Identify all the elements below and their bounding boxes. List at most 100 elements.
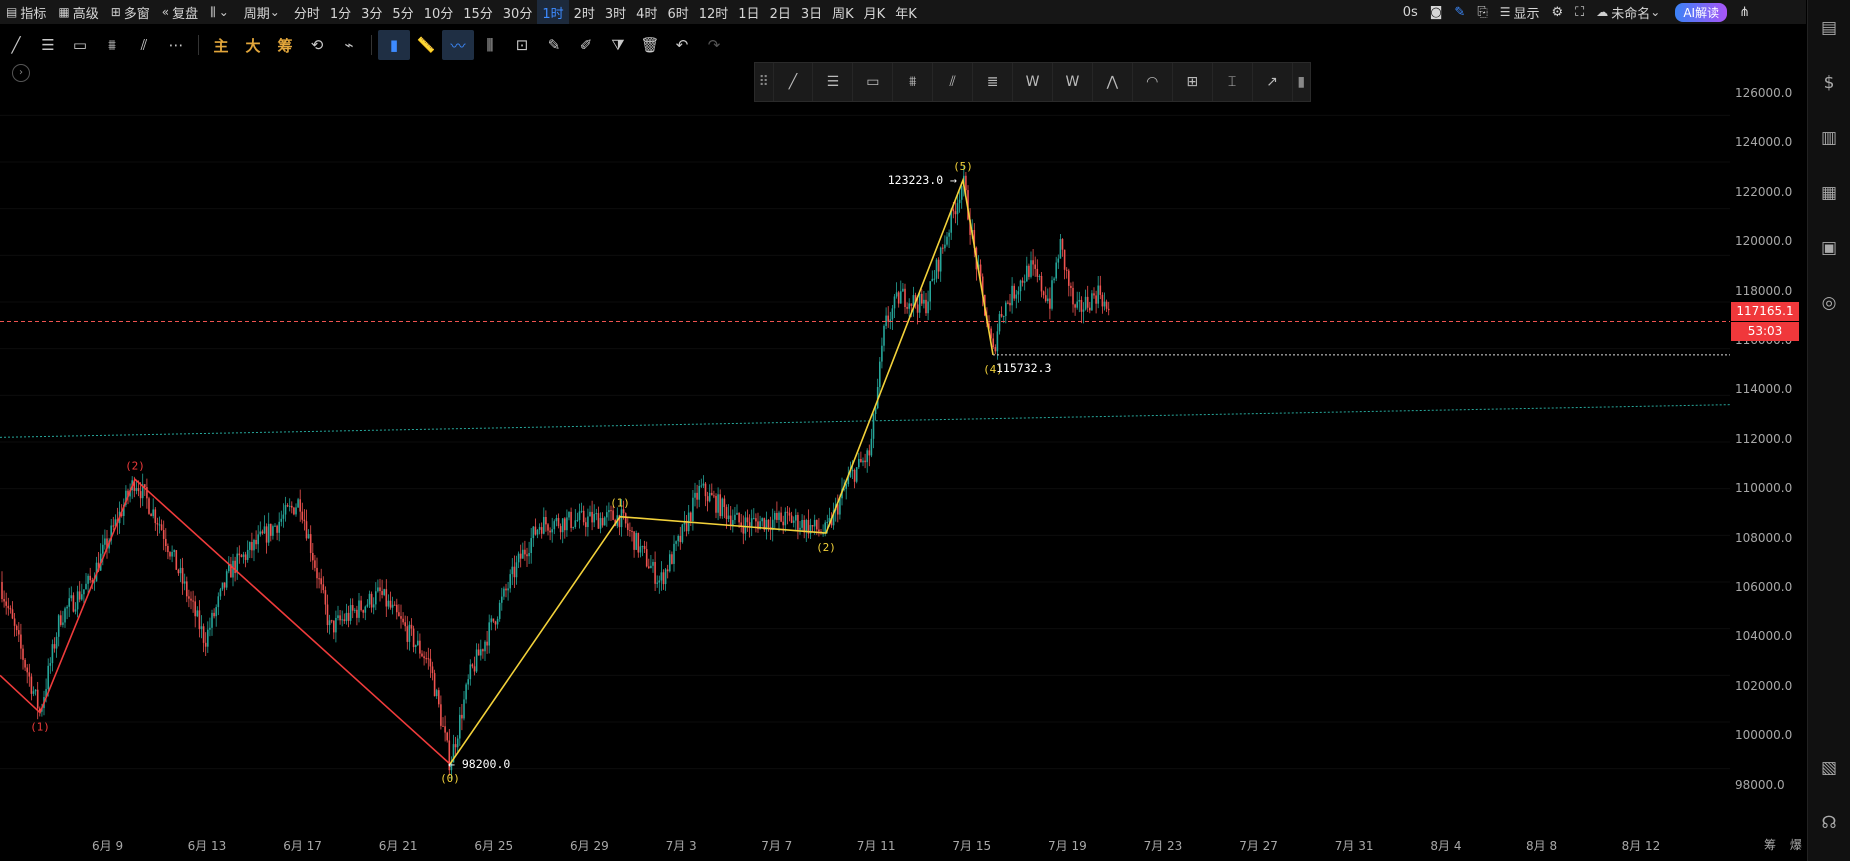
axis-mode-a[interactable]: 筹 xyxy=(1764,838,1776,852)
candle-body xyxy=(1026,265,1028,282)
period-17[interactable]: 月K xyxy=(859,0,891,24)
chip-distribution-toggle[interactable]: 筹 xyxy=(269,30,301,60)
period-5[interactable]: 15分 xyxy=(458,0,498,24)
headset-icon[interactable]: ☊ xyxy=(1808,795,1850,850)
period-1[interactable]: 1分 xyxy=(325,0,356,24)
axis-mode-b[interactable]: 爆 xyxy=(1790,838,1802,852)
template-icon[interactable]: ⎘ xyxy=(1471,0,1493,24)
arrow-tool-icon[interactable]: ↗ xyxy=(1253,63,1293,101)
ruler-icon[interactable]: 📏 xyxy=(410,30,442,60)
replay-button[interactable]: «复盘 xyxy=(156,0,204,24)
trash-icon[interactable]: 🗑 xyxy=(634,30,666,60)
wave-draw-icon[interactable]: 〰 xyxy=(442,30,474,60)
candle-body xyxy=(776,513,778,520)
period-16[interactable]: 周K xyxy=(827,0,859,24)
candle-body xyxy=(675,541,677,544)
period-8[interactable]: 2时 xyxy=(569,0,600,24)
filter-icon[interactable]: ⧩ xyxy=(602,30,634,60)
expand-icon[interactable]: › xyxy=(12,64,30,82)
multi-window-button[interactable]: ⊞ 多窗 xyxy=(105,0,156,24)
candle-body xyxy=(629,529,631,531)
period-7[interactable]: 1时 xyxy=(537,0,569,24)
advanced-button[interactable]: ▦ 高级 xyxy=(52,0,104,24)
magnet-icon[interactable]: ⌁ xyxy=(333,30,365,60)
period-9[interactable]: 3时 xyxy=(600,0,631,24)
candle-body xyxy=(3,599,5,602)
draw-icon[interactable]: ✐ xyxy=(570,30,602,60)
period-14[interactable]: 2日 xyxy=(765,0,796,24)
wave5-tool-icon[interactable]: W xyxy=(1053,63,1093,101)
wave3-tool-icon[interactable]: W xyxy=(1013,63,1053,101)
candle-body xyxy=(1091,293,1093,311)
parallel-channel-tool-icon[interactable]: ⫽ xyxy=(128,30,160,60)
period-10[interactable]: 4时 xyxy=(631,0,662,24)
candle-body xyxy=(291,505,293,508)
candle-body xyxy=(1013,285,1015,299)
lock-icon[interactable]: ⊡ xyxy=(506,30,538,60)
rect-tool-icon[interactable]: ▭ xyxy=(853,63,894,101)
edit-note-icon[interactable]: ✎ xyxy=(538,30,570,60)
range-tool-icon[interactable]: ⩩ xyxy=(893,63,934,101)
pattern-tool-icon[interactable]: ⋀ xyxy=(1093,63,1133,101)
ai-interpret-button[interactable]: AI解读 xyxy=(1675,2,1728,22)
circle-arrows-icon[interactable]: ◎ xyxy=(1808,275,1850,330)
period-0[interactable]: 分时 xyxy=(289,0,325,24)
bookmark-icon[interactable]: ▮ xyxy=(378,30,410,60)
period-4[interactable]: 10分 xyxy=(419,0,459,24)
undo-icon[interactable]: ↶ xyxy=(666,30,698,60)
period-3[interactable]: 5分 xyxy=(387,0,418,24)
pen-icon[interactable]: ✎ xyxy=(1448,0,1471,24)
redo-icon[interactable]: ↷ xyxy=(698,30,730,60)
more-tools-icon[interactable]: ⋯ xyxy=(160,30,192,60)
candle-body xyxy=(196,610,199,617)
candle-body xyxy=(858,458,860,468)
rectangle-tool-icon[interactable]: ▭ xyxy=(64,30,96,60)
period-11[interactable]: 6时 xyxy=(662,0,693,24)
cards-icon[interactable]: ▣ xyxy=(1808,220,1850,275)
period-6[interactable]: 30分 xyxy=(498,0,538,24)
period-15[interactable]: 3日 xyxy=(796,0,827,24)
channel-tool-icon[interactable]: ⫽ xyxy=(933,63,974,101)
candle-body xyxy=(454,744,457,748)
box-tool-icon[interactable]: ⊞ xyxy=(1173,63,1213,101)
hlines-tool-icon[interactable]: ☰ xyxy=(813,63,854,101)
horizontal-lines-tool-icon[interactable]: ☰ xyxy=(32,30,64,60)
price-range-tool-icon[interactable]: ⩩ xyxy=(96,30,128,60)
orderbook-icon[interactable]: ▤ xyxy=(1808,0,1850,55)
layout-icon[interactable]: ▧ xyxy=(1808,740,1850,795)
sync-icon[interactable]: ⟲ xyxy=(301,30,333,60)
candle-body xyxy=(381,591,383,595)
analytics-icon[interactable]: ▦ xyxy=(1808,165,1850,220)
period-2[interactable]: 3分 xyxy=(356,0,387,24)
period-18[interactable]: 年K xyxy=(890,0,922,24)
price-chart[interactable]: (1)(2)(0)(1)(2)(5)(4)123223.0 →← 98200.0… xyxy=(0,62,1806,832)
indicator-button[interactable]: ▤ 指标 xyxy=(0,0,52,24)
candle-body xyxy=(633,531,635,550)
layout-name-dropdown[interactable]: ☁ 未命名 ⌄ xyxy=(1590,0,1669,24)
big-order-toggle[interactable]: 大 xyxy=(237,30,269,60)
candle-mode-icon[interactable]: ⫼ xyxy=(474,30,506,60)
line-tool-icon[interactable]: ╱ xyxy=(774,63,814,101)
period-dropdown[interactable]: 周期 ⌄ xyxy=(238,0,289,24)
depth-chart-icon[interactable]: ▥ xyxy=(1808,110,1850,165)
fullscreen-icon[interactable]: ⛶ xyxy=(1569,0,1590,24)
chart-type-button[interactable]: ⫼ ⌄ xyxy=(204,0,238,24)
main-chart-toggle[interactable]: 主 xyxy=(205,30,237,60)
candle-body xyxy=(20,634,22,649)
curve-tool-icon[interactable]: ◠ xyxy=(1133,63,1173,101)
dollar-icon[interactable]: $ xyxy=(1808,55,1850,110)
trendline-tool-icon[interactable]: ╱ xyxy=(0,30,32,60)
candle-body xyxy=(746,517,749,523)
candle-body xyxy=(1,582,3,600)
camera-icon[interactable]: ◙ xyxy=(1424,0,1449,24)
fib-tool-icon[interactable]: ≣ xyxy=(973,63,1014,101)
drag-end-icon[interactable]: ▮ xyxy=(1293,63,1311,101)
candle-body xyxy=(333,620,335,633)
period-12[interactable]: 12时 xyxy=(694,0,734,24)
settings-gear-icon[interactable]: ⚙ xyxy=(1546,0,1570,24)
measure-tool-icon[interactable]: ⌶ xyxy=(1213,63,1253,101)
period-13[interactable]: 1日 xyxy=(733,0,764,24)
drag-handle-icon[interactable]: ⠿ xyxy=(755,63,774,101)
display-button[interactable]: ☰ 显示 xyxy=(1494,0,1546,24)
share-icon[interactable]: ⋔ xyxy=(1733,0,1756,24)
